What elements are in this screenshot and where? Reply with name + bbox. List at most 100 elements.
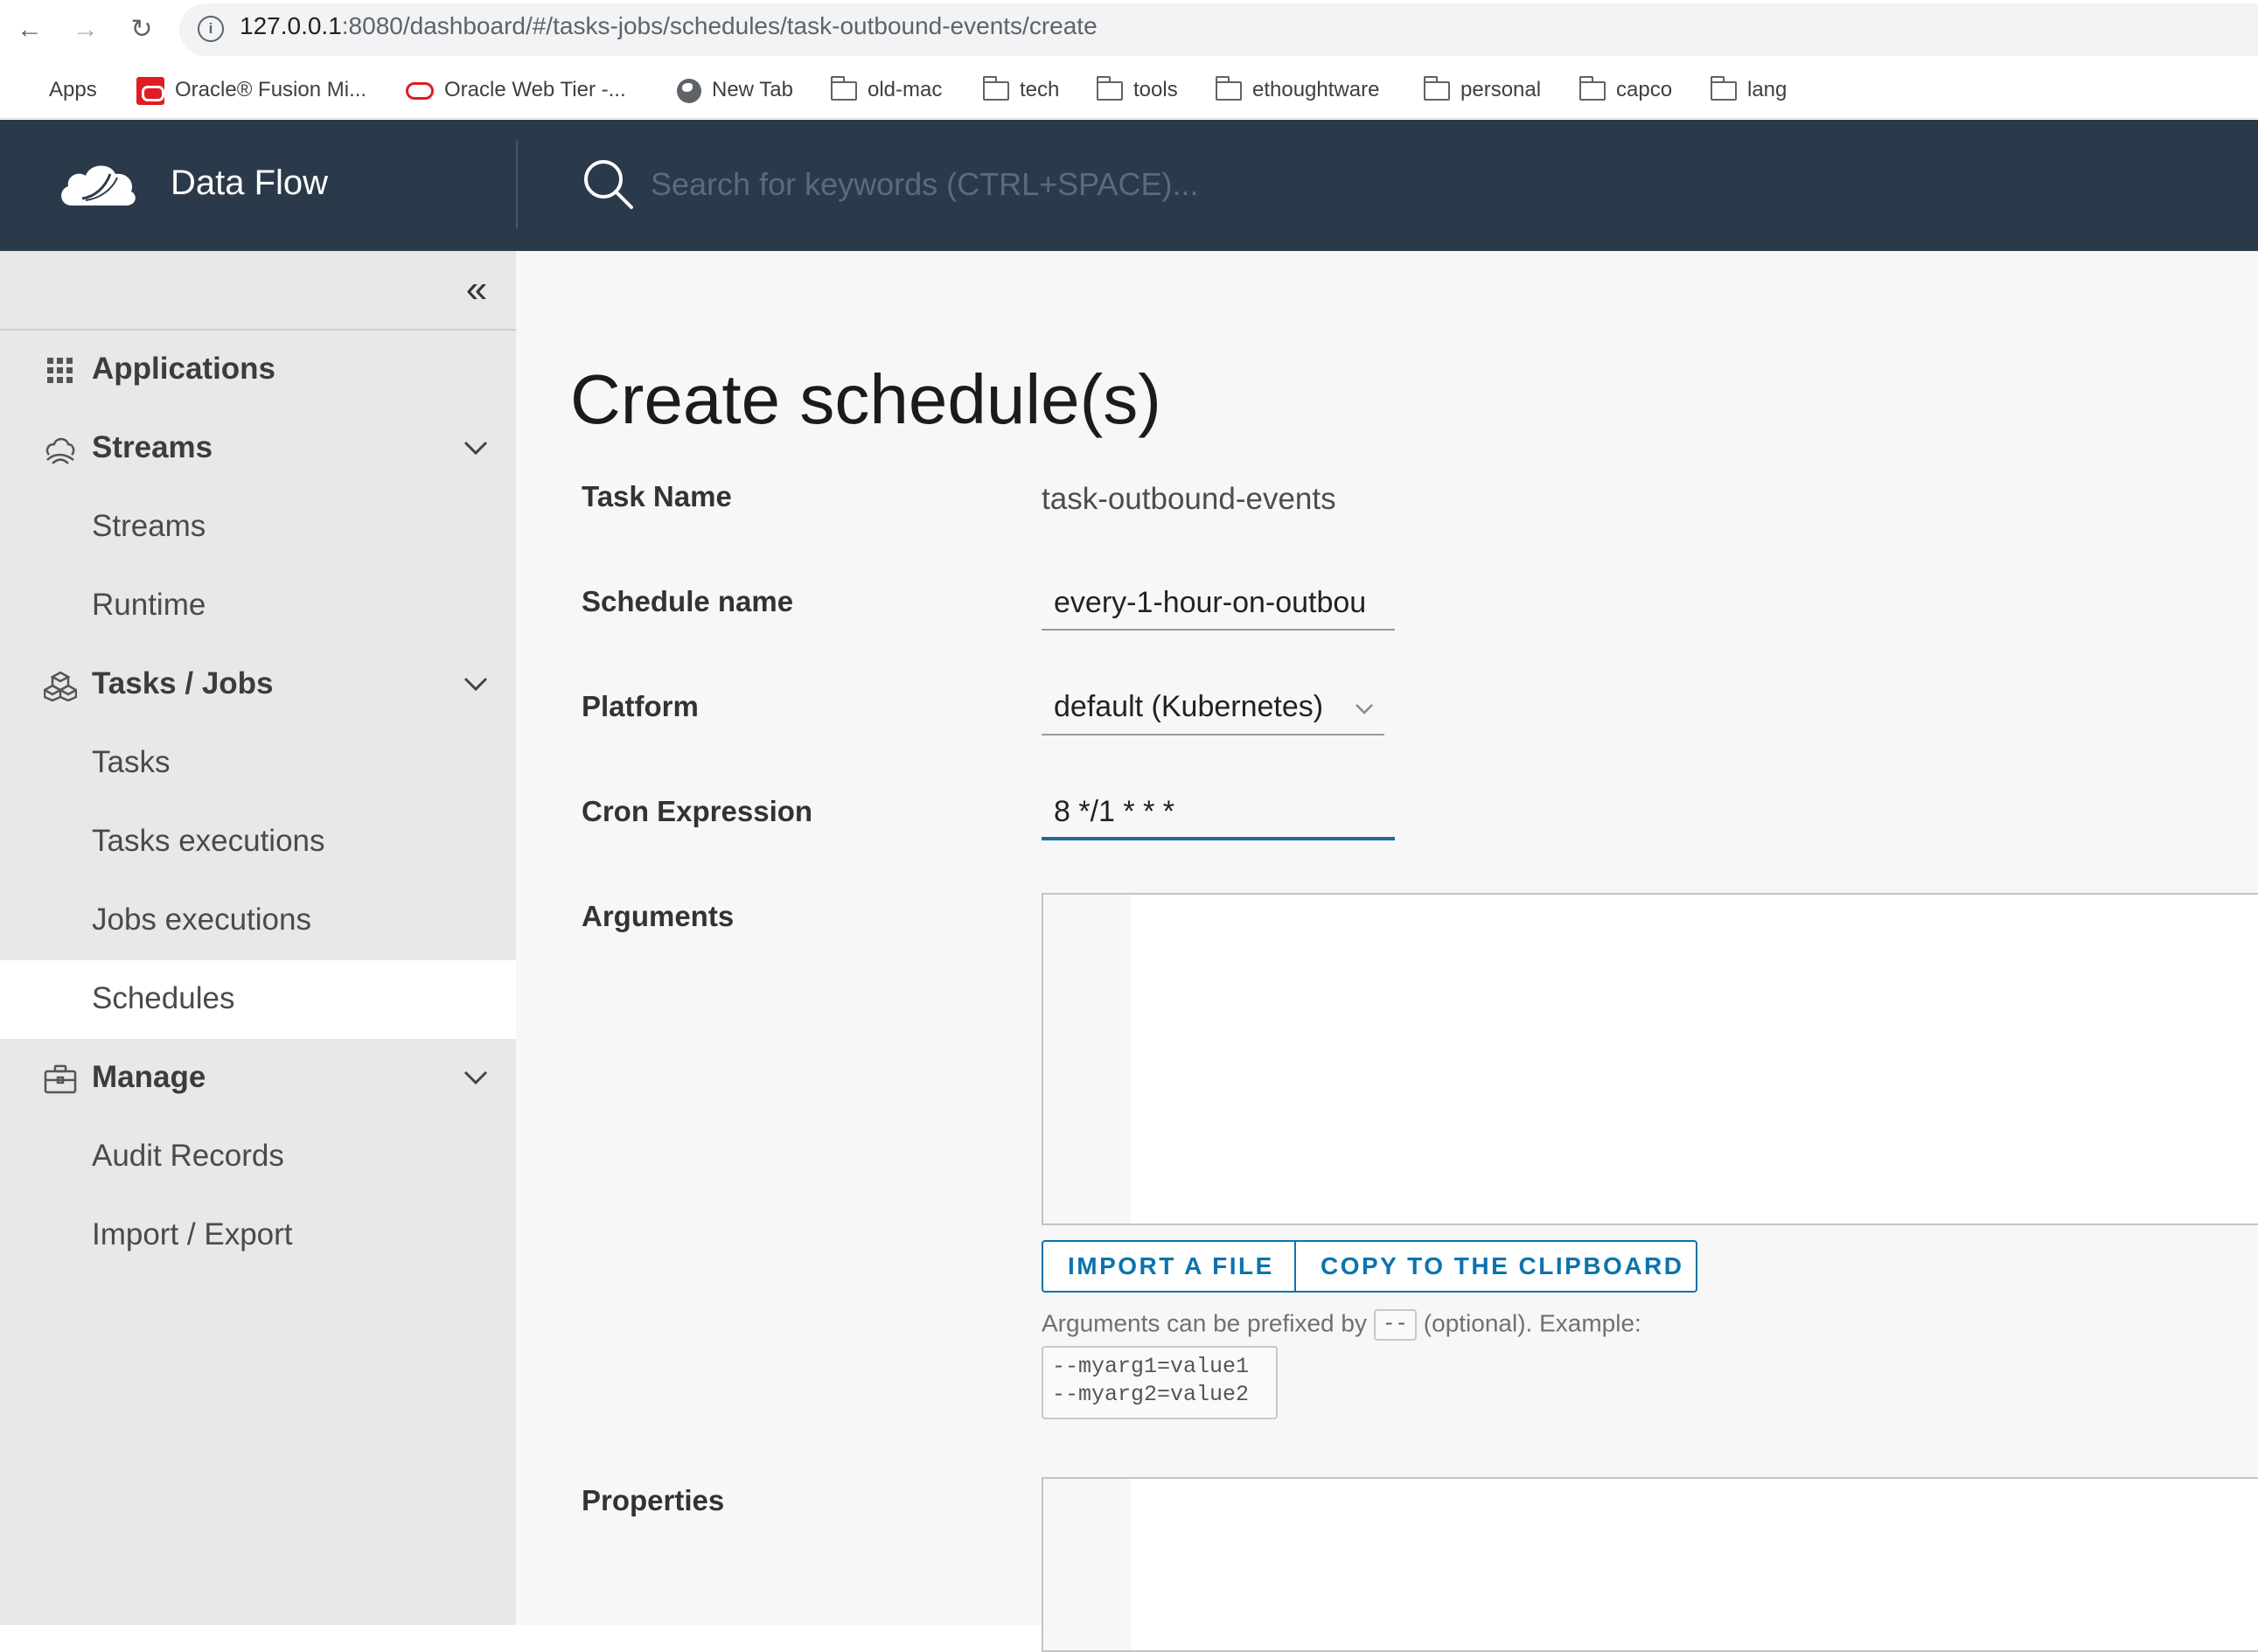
chevron-down-icon[interactable] (462, 1063, 490, 1091)
sidebar-item-tasks[interactable]: Tasks (0, 724, 516, 803)
reload-icon[interactable]: ↻ (124, 12, 159, 47)
sidebar-item-label: Tasks executions (92, 824, 325, 858)
sidebar-item-label: Tasks (92, 745, 171, 779)
cron-expression-input[interactable] (1042, 786, 1395, 840)
bookmark-tech[interactable]: tech (982, 75, 1059, 105)
arguments-button-group: IMPORT A FILE COPY TO THE CLIPBOARD (1042, 1240, 1697, 1293)
arguments-example-code: --myarg1=value1 --myarg2=value2 (1042, 1346, 1278, 1419)
sidebar-item-label: Streams (92, 430, 213, 464)
example-line: --myarg1=value1 (1052, 1354, 1250, 1379)
platform-selected-value: default (Kubernetes) (1054, 690, 1324, 723)
bookmark-personal[interactable]: personal (1423, 75, 1542, 105)
schedule-name-input[interactable] (1042, 576, 1395, 631)
folder-icon (1423, 75, 1450, 101)
editor-gutter (1043, 895, 1131, 1223)
task-name-label: Task Name (582, 480, 732, 512)
oracle-ring-icon (406, 81, 434, 100)
sidebar-item-label: Audit Records (92, 1139, 284, 1173)
bookmark-label: Oracle® Fusion Mi... (175, 78, 367, 101)
properties-label: Properties (582, 1484, 725, 1516)
sidebar-item-label: Streams (92, 509, 206, 543)
sidebar-item-label: Applications (92, 352, 276, 386)
import-file-button[interactable]: IMPORT A FILE (1042, 1240, 1295, 1293)
main-content: Create schedule(s) Task Name task-outbou… (516, 251, 2258, 1652)
apps-grid-icon (16, 80, 38, 102)
sidebar-item-runtime[interactable]: Runtime (0, 567, 516, 645)
bookmark-tools[interactable]: tools (1096, 75, 1178, 105)
back-arrow-icon[interactable]: ← (12, 12, 47, 47)
cron-expression-label: Cron Expression (582, 795, 813, 827)
bookmark-apps[interactable]: Apps (16, 75, 97, 105)
bookmark-label: Oracle Web Tier -... (444, 78, 626, 101)
sidebar-item-import-export[interactable]: Import / Export (0, 1196, 516, 1275)
sidebar-item-audit-records[interactable]: Audit Records (0, 1118, 516, 1196)
chevron-down-icon[interactable] (462, 434, 490, 462)
url-path: :8080/dashboard/#/tasks-jobs/schedules/t… (341, 12, 1098, 39)
bookmarks-bar: Apps Oracle® Fusion Mi... Oracle Web Tie… (0, 59, 2258, 119)
bookmark-new-tab[interactable]: New Tab (677, 75, 793, 105)
help-prefix-text: Arguments can be prefixed by (1042, 1309, 1367, 1337)
oracle-icon (136, 76, 164, 105)
help-prefix-code: -- (1373, 1309, 1417, 1341)
bookmark-old-mac[interactable]: old-mac (830, 75, 943, 105)
sidebar-item-label: Jobs executions (92, 903, 311, 937)
sidebar-item-label: Tasks / Jobs (92, 666, 274, 701)
search-input[interactable] (649, 158, 1436, 211)
folder-icon (1096, 75, 1123, 101)
bookmark-label: tools (1133, 78, 1178, 101)
collapse-sidebar-icon[interactable]: « (455, 270, 498, 312)
app-brand[interactable]: Data Flow (171, 164, 328, 203)
sidebar-item-streams[interactable]: Streams (0, 488, 516, 567)
globe-icon (677, 78, 701, 103)
header-divider (516, 141, 518, 228)
page-title: Create schedule(s) (570, 359, 1161, 438)
sidebar-item-tasks-executions[interactable]: Tasks executions (0, 803, 516, 882)
example-line: --myarg2=value2 (1052, 1382, 1250, 1407)
grid-icon (47, 358, 73, 383)
sidebar-item-label: Schedules (92, 981, 235, 1015)
bookmark-label: capco (1616, 78, 1673, 101)
bookmark-label: personal (1460, 78, 1542, 101)
folder-icon (1710, 75, 1737, 101)
help-suffix-text: (optional). Example: (1423, 1309, 1641, 1337)
url-host: 127.0.0.1 (240, 12, 342, 39)
url-text[interactable]: 127.0.0.1:8080/dashboard/#/tasks-jobs/sc… (240, 12, 1098, 40)
bookmark-lang[interactable]: lang (1710, 75, 1788, 105)
folder-icon (1579, 75, 1606, 101)
bookmark-ethoughtware[interactable]: ethoughtware (1215, 75, 1379, 105)
sidebar-item-label: Manage (92, 1060, 206, 1094)
properties-editor[interactable] (1042, 1477, 2258, 1652)
bookmark-capco[interactable]: capco (1579, 75, 1672, 105)
sidebar-collapse-row: « (0, 251, 516, 331)
bookmark-label: Apps (49, 78, 97, 101)
info-icon[interactable]: i (198, 16, 224, 42)
bookmark-oracle-fusion[interactable]: Oracle® Fusion Mi... (136, 75, 366, 105)
sidebar-item-schedules[interactable]: Schedules (0, 960, 516, 1039)
bookmark-oracle-web-tier[interactable]: Oracle Web Tier -... (406, 75, 626, 105)
briefcase-icon (44, 1064, 77, 1094)
sidebar-item-label: Runtime (92, 588, 206, 622)
data-flow-logo-icon[interactable] (56, 155, 138, 216)
chevron-down-icon (1355, 704, 1373, 714)
sidebar-item-applications[interactable]: Applications (0, 331, 516, 409)
sidebar-item-jobs-executions[interactable]: Jobs executions (0, 882, 516, 960)
folder-icon (982, 75, 1009, 101)
platform-label: Platform (582, 690, 699, 722)
folder-icon (830, 75, 857, 101)
copy-to-clipboard-button[interactable]: COPY TO THE CLIPBOARD (1295, 1240, 1697, 1293)
search-icon (584, 160, 633, 209)
folder-icon (1215, 75, 1242, 101)
sidebar-item-tasks-jobs-section[interactable]: Tasks / Jobs (0, 645, 516, 724)
bookmark-label: old-mac (868, 78, 943, 101)
chevron-down-icon[interactable] (462, 670, 490, 698)
bookmark-label: New Tab (712, 78, 793, 101)
tasks-icon (44, 671, 77, 701)
task-name-value: task-outbound-events (1042, 482, 1336, 516)
arguments-editor[interactable] (1042, 893, 2258, 1225)
sidebar-item-manage-section[interactable]: Manage (0, 1039, 516, 1118)
platform-select[interactable]: default (Kubernetes) (1042, 681, 1384, 735)
bookmark-label: lang (1747, 78, 1788, 101)
forward-arrow-icon[interactable]: → (68, 12, 103, 47)
sidebar-item-streams-section[interactable]: Streams (0, 409, 516, 488)
app-header: Data Flow (0, 120, 2258, 251)
